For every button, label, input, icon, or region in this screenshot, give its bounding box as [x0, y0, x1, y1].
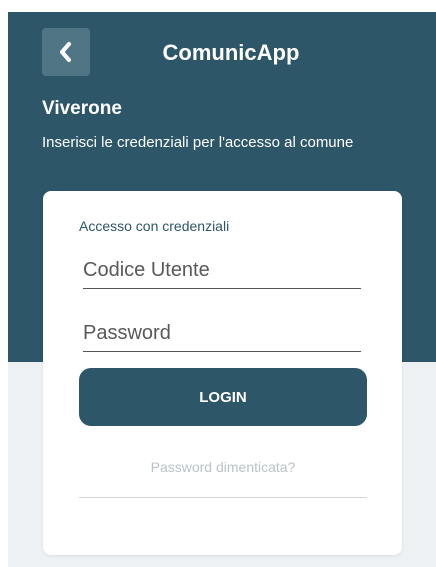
login-method-caption: Accesso con credenziali: [79, 218, 230, 234]
app-screen: ComunicApp Viverone Inserisci le credenz…: [8, 12, 436, 567]
divider: [79, 497, 367, 498]
place-name: Viverone: [42, 98, 122, 119]
app-title: ComunicApp: [162, 40, 300, 65]
instructions-text: Inserisci le credenziali per l'accesso a…: [42, 134, 354, 151]
forgot-password-link[interactable]: Password dimenticata?: [79, 459, 367, 475]
user-code-input[interactable]: Codice Utente: [83, 259, 361, 289]
login-card: Accesso con credenziali Codice Utente Pa…: [43, 191, 402, 555]
password-input[interactable]: Password: [83, 322, 361, 352]
login-button[interactable]: LOGIN: [79, 368, 367, 426]
